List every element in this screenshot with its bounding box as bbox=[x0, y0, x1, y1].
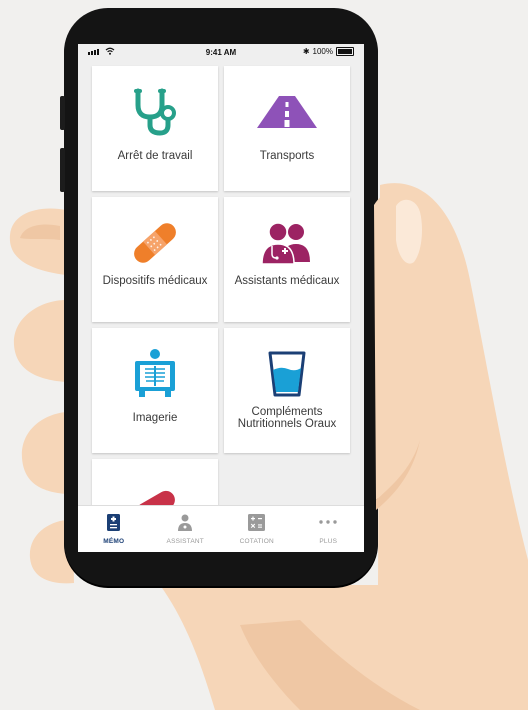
phone-volume-button bbox=[60, 148, 65, 192]
battery-icon bbox=[336, 47, 354, 56]
xray-icon bbox=[135, 349, 175, 397]
tab-memo[interactable]: MÉMO bbox=[78, 506, 150, 552]
tab-cotation[interactable]: COTATION bbox=[221, 506, 293, 552]
phone-frame: 9:41 AM ✱ 100% Arrêt de travail Transpor… bbox=[60, 8, 378, 586]
app-screen: 9:41 AM ✱ 100% Arrêt de travail Transpor… bbox=[78, 44, 364, 552]
bluetooth-icon: ✱ bbox=[302, 47, 310, 56]
tab-label: MÉMO bbox=[103, 538, 125, 545]
tile-dispositifs-medicaux[interactable]: Dispositifs médicaux bbox=[92, 197, 218, 322]
menu-grid: Arrêt de travail Transports Dispositifs … bbox=[92, 66, 350, 552]
calculator-icon bbox=[248, 513, 266, 531]
tile-label: Compléments Nutritionnels Oraux bbox=[237, 406, 337, 430]
tile-assistants-medicaux[interactable]: Assistants médicaux bbox=[224, 197, 350, 322]
tile-label: Imagerie bbox=[132, 412, 178, 424]
tab-plus[interactable]: PLUS bbox=[293, 506, 365, 552]
bottom-tab-bar: MÉMO ASSISTANT COTATION PLUS bbox=[78, 505, 364, 552]
tab-label: ASSISTANT bbox=[166, 538, 204, 545]
tile-label: Dispositifs médicaux bbox=[102, 275, 208, 287]
phone-mute-switch bbox=[60, 96, 65, 130]
bandage-icon bbox=[134, 223, 176, 263]
memo-icon bbox=[107, 513, 121, 531]
tile-label: Transports bbox=[259, 150, 315, 162]
tile-complements-nutritionnels[interactable]: Compléments Nutritionnels Oraux bbox=[224, 328, 350, 453]
more-icon bbox=[319, 520, 337, 524]
tile-label: Arrêt de travail bbox=[117, 150, 193, 162]
tile-arret-de-travail[interactable]: Arrêt de travail bbox=[92, 66, 218, 191]
glass-icon bbox=[268, 351, 306, 397]
tab-label: PLUS bbox=[319, 538, 338, 545]
tab-assistant[interactable]: ASSISTANT bbox=[150, 506, 222, 552]
tile-label: Assistants médicaux bbox=[234, 275, 340, 287]
road-icon bbox=[257, 96, 317, 128]
status-bar: 9:41 AM ✱ 100% bbox=[78, 44, 364, 60]
tile-transports[interactable]: Transports bbox=[224, 66, 350, 191]
tile-imagerie[interactable]: Imagerie bbox=[92, 328, 218, 453]
tab-label: COTATION bbox=[239, 538, 274, 545]
assistant-icon bbox=[178, 514, 193, 531]
battery-percent: 100% bbox=[312, 47, 333, 56]
stethoscope-icon bbox=[134, 88, 176, 136]
medical-assistants-icon bbox=[261, 222, 310, 265]
